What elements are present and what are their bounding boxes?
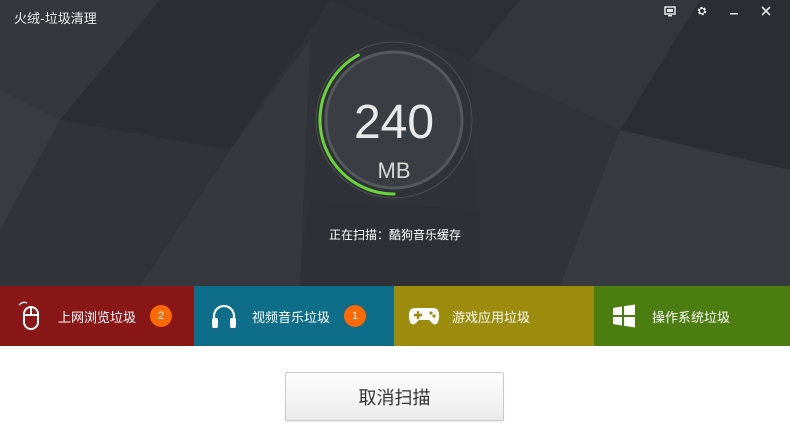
- headphones-icon: [204, 296, 244, 336]
- count-badge: 1: [344, 305, 367, 327]
- junk-categories: 上网浏览垃圾 2 视频音乐垃圾 1 游戏应用垃圾 操作系统垃圾: [0, 286, 790, 346]
- close-icon[interactable]: [750, 2, 782, 20]
- count-badge: 2: [150, 305, 173, 327]
- app-title: 火绒-垃圾清理: [14, 12, 97, 27]
- monitor-icon[interactable]: [654, 2, 686, 20]
- gear-icon[interactable]: [686, 2, 718, 20]
- category-label: 上网浏览垃圾: [58, 310, 137, 326]
- scan-status-text: 正在扫描：酷狗音乐缓存: [328, 228, 461, 242]
- category-game-app-junk[interactable]: 游戏应用垃圾: [394, 286, 594, 346]
- cancel-scan-button[interactable]: 取消扫描: [285, 372, 504, 421]
- window-controls: [654, 2, 782, 20]
- scanned-size-unit: MB: [377, 158, 411, 183]
- category-label: 游戏应用垃圾: [452, 310, 531, 326]
- gamepad-icon: [404, 296, 444, 336]
- category-media-junk[interactable]: 视频音乐垃圾 1: [194, 286, 394, 346]
- category-label: 视频音乐垃圾: [252, 310, 331, 326]
- mouse-icon: [10, 296, 50, 336]
- windows-logo-icon: [604, 296, 644, 336]
- category-system-junk[interactable]: 操作系统垃圾: [594, 286, 790, 346]
- scanned-size-value: 240: [353, 96, 435, 149]
- category-label: 操作系统垃圾: [652, 310, 731, 326]
- minimize-icon[interactable]: [718, 2, 750, 20]
- category-browser-junk[interactable]: 上网浏览垃圾 2: [0, 286, 194, 346]
- scan-header: 火绒-垃圾清理 240 MB 正在扫描：酷狗音乐缓存: [0, 0, 790, 286]
